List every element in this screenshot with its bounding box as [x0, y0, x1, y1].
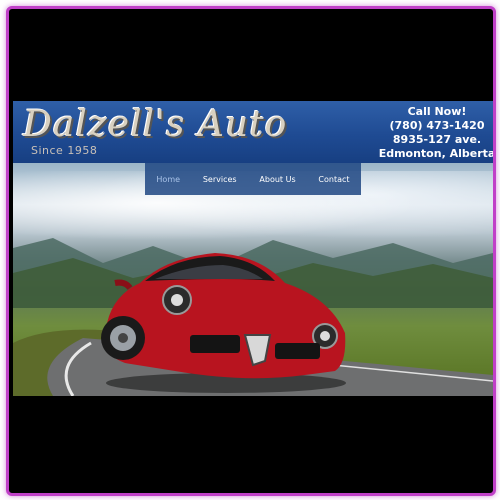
nav-contact[interactable]: Contact: [318, 175, 349, 184]
phone-number[interactable]: (780) 473-1420: [377, 119, 493, 133]
street-address: 8935-127 ave.: [392, 133, 482, 146]
main-nav: Home Services About Us Contact: [145, 163, 361, 195]
site-header: Dalzell's Auto Since 1958 Call Now! (780…: [13, 101, 493, 163]
nav-home[interactable]: Home: [156, 175, 180, 184]
red-sports-car: [101, 253, 346, 393]
hero-image: [13, 163, 493, 396]
city-address: Edmonton, Alberta: [378, 147, 496, 160]
contact-block: Call Now! (780) 473-1420 8935-127 ave. E…: [377, 105, 496, 161]
site-logo[interactable]: Dalzell's Auto: [23, 104, 287, 145]
call-now-label: Call Now!: [407, 105, 467, 118]
nav-services[interactable]: Services: [203, 175, 237, 184]
nav-about-us[interactable]: About Us: [259, 175, 295, 184]
app-frame: Dalzell's Auto Since 1958 Call Now! (780…: [6, 6, 496, 496]
since-tagline: Since 1958: [31, 144, 98, 157]
